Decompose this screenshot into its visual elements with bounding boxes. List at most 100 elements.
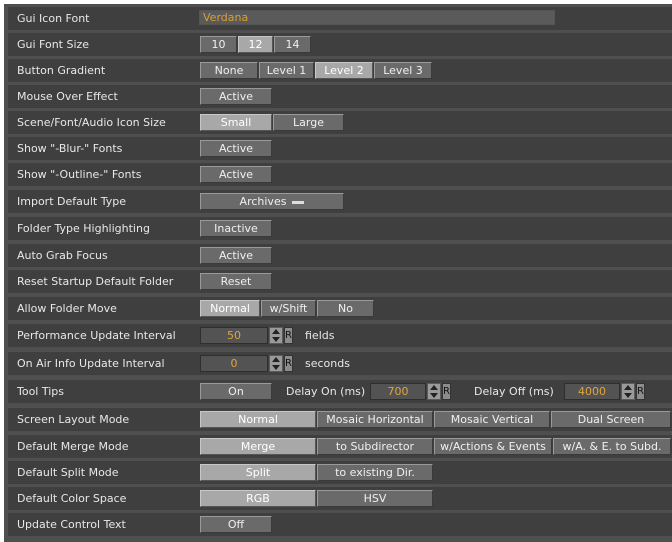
row-button-gradient: Button Gradient None Level 1 Level 2 Lev… (8, 59, 672, 82)
delay-on-label: Delay On (ms) (286, 385, 366, 398)
gui-font-size-label: Gui Font Size (17, 38, 90, 51)
layout-dual-screen-button[interactable]: Dual Screen (551, 411, 671, 428)
delay-off-value-field[interactable]: 4000 (564, 383, 620, 400)
delay-on-value-field[interactable]: 700 (370, 383, 426, 400)
dropdown-bar-icon (292, 200, 305, 204)
stepper-down-icon[interactable] (624, 393, 632, 398)
gradient-level2-button[interactable]: Level 2 (315, 62, 373, 79)
button-gradient-label: Button Gradient (17, 64, 106, 77)
color-space-label: Default Color Space (17, 492, 127, 505)
row-screen-layout-mode: Screen Layout Mode Normal Mosaic Horizon… (8, 408, 672, 431)
update-control-text-off-button[interactable]: Off (200, 516, 272, 533)
gradient-level3-button[interactable]: Level 3 (374, 62, 432, 79)
row-allow-folder-move: Allow Folder Move Normal w/Shift No (8, 297, 672, 320)
row-default-split-mode: Default Split Mode Split to existing Dir… (8, 461, 672, 484)
gradient-level1-button[interactable]: Level 1 (259, 62, 314, 79)
auto-grab-focus-label: Auto Grab Focus (17, 249, 108, 262)
import-default-type-value: Archives (239, 195, 287, 208)
delay-off-label: Delay Off (ms) (474, 385, 554, 398)
on-air-update-value-field[interactable]: 0 (200, 355, 268, 372)
merge-button[interactable]: Merge (200, 438, 316, 455)
stepper-down-icon[interactable] (272, 337, 280, 342)
on-air-update-reset-button[interactable]: R (284, 355, 293, 372)
merge-with-actions-events-button[interactable]: w/Actions & Events (434, 438, 552, 455)
auto-grab-focus-active-button[interactable]: Active (200, 247, 272, 264)
delay-on-reset-button[interactable]: R (442, 383, 451, 400)
performance-update-value-field[interactable]: 50 (200, 327, 268, 344)
stepper-up-icon[interactable] (430, 385, 438, 390)
import-default-type-label: Import Default Type (17, 195, 126, 208)
stepper-up-icon[interactable] (272, 357, 280, 362)
row-import-default-type: Import Default Type Archives (8, 190, 672, 213)
stepper-down-icon[interactable] (430, 393, 438, 398)
row-on-air-update-interval: On Air Info Update Interval 0 R seconds (8, 352, 672, 375)
stepper-down-icon[interactable] (272, 365, 280, 370)
icon-size-label: Scene/Font/Audio Icon Size (17, 116, 166, 129)
mouse-over-active-button[interactable]: Active (200, 88, 272, 105)
show-outline-fonts-label: Show "-Outline-" Fonts (17, 168, 142, 181)
row-gui-icon-font: Gui Icon Font Verdana (8, 7, 672, 30)
split-button[interactable]: Split (200, 464, 316, 481)
delay-on-stepper[interactable] (427, 383, 441, 400)
on-air-update-unit: seconds (305, 357, 350, 370)
stepper-up-icon[interactable] (272, 329, 280, 334)
screen-layout-mode-label: Screen Layout Mode (17, 413, 130, 426)
on-air-update-label: On Air Info Update Interval (17, 357, 165, 370)
row-gui-font-size: Gui Font Size 10 12 14 (8, 33, 672, 56)
merge-to-subdirector-button[interactable]: to Subdirector (317, 438, 433, 455)
row-show-blur-fonts: Show "-Blur-" Fonts Active (8, 137, 672, 160)
folder-move-normal-button[interactable]: Normal (200, 300, 260, 317)
update-control-text-label: Update Control Text (17, 518, 126, 531)
layout-normal-button[interactable]: Normal (200, 411, 316, 428)
row-folder-type-highlighting: Folder Type Highlighting Inactive (8, 217, 672, 240)
performance-update-label: Performance Update Interval (17, 329, 176, 342)
font-size-10-button[interactable]: 10 (200, 36, 237, 53)
mouse-over-effect-label: Mouse Over Effect (17, 90, 118, 103)
performance-update-unit: fields (305, 329, 335, 342)
folder-highlighting-inactive-button[interactable]: Inactive (200, 220, 272, 237)
folder-type-highlighting-label: Folder Type Highlighting (17, 222, 150, 235)
on-air-update-stepper[interactable] (269, 355, 283, 372)
font-size-12-button[interactable]: 12 (238, 36, 273, 53)
row-auto-grab-focus: Auto Grab Focus Active (8, 244, 672, 267)
row-tool-tips: Tool Tips On Delay On (ms) 700 R Delay O… (8, 380, 672, 403)
layout-mosaic-vertical-button[interactable]: Mosaic Vertical (434, 411, 550, 428)
show-blur-active-button[interactable]: Active (200, 140, 272, 157)
folder-move-shift-button[interactable]: w/Shift (261, 300, 316, 317)
performance-update-stepper[interactable] (269, 327, 283, 344)
performance-update-reset-button[interactable]: R (284, 327, 293, 344)
tool-tips-label: Tool Tips (17, 385, 65, 398)
merge-mode-label: Default Merge Mode (17, 440, 129, 453)
tool-tips-on-button[interactable]: On (200, 383, 272, 400)
row-mouse-over-effect: Mouse Over Effect Active (8, 85, 672, 108)
layout-mosaic-horizontal-button[interactable]: Mosaic Horizontal (317, 411, 433, 428)
gui-icon-font-input[interactable]: Verdana (199, 10, 555, 25)
folder-move-no-button[interactable]: No (317, 300, 374, 317)
row-show-outline-fonts: Show "-Outline-" Fonts Active (8, 163, 672, 186)
allow-folder-move-label: Allow Folder Move (17, 302, 117, 315)
import-default-type-dropdown[interactable]: Archives (200, 193, 344, 210)
row-icon-size: Scene/Font/Audio Icon Size Small Large (8, 111, 672, 134)
row-update-control-text: Update Control Text Off (8, 513, 672, 536)
merge-with-ae-to-subd-button[interactable]: w/A. & E. to Subd. (553, 438, 671, 455)
row-performance-update-interval: Performance Update Interval 50 R fields (8, 324, 672, 347)
icon-size-large-button[interactable]: Large (273, 114, 344, 131)
gui-icon-font-label: Gui Icon Font (17, 12, 90, 25)
row-default-merge-mode: Default Merge Mode Merge to Subdirector … (8, 435, 672, 458)
color-space-hsv-button[interactable]: HSV (317, 490, 433, 507)
user-interface-settings-panel: Gui Icon Font Verdana Gui Font Size 10 1… (4, 4, 672, 542)
show-outline-active-button[interactable]: Active (200, 166, 272, 183)
delay-off-reset-button[interactable]: R (636, 383, 645, 400)
reset-startup-folder-button[interactable]: Reset (200, 273, 272, 290)
color-space-rgb-button[interactable]: RGB (200, 490, 316, 507)
gradient-none-button[interactable]: None (200, 62, 258, 79)
split-mode-label: Default Split Mode (17, 466, 119, 479)
icon-size-small-button[interactable]: Small (200, 114, 272, 131)
row-reset-startup-folder: Reset Startup Default Folder Reset (8, 270, 672, 293)
split-to-existing-dir-button[interactable]: to existing Dir. (317, 464, 433, 481)
font-size-14-button[interactable]: 14 (274, 36, 311, 53)
delay-off-stepper[interactable] (621, 383, 635, 400)
stepper-up-icon[interactable] (624, 385, 632, 390)
show-blur-fonts-label: Show "-Blur-" Fonts (17, 142, 123, 155)
row-default-color-space: Default Color Space RGB HSV (8, 487, 672, 510)
